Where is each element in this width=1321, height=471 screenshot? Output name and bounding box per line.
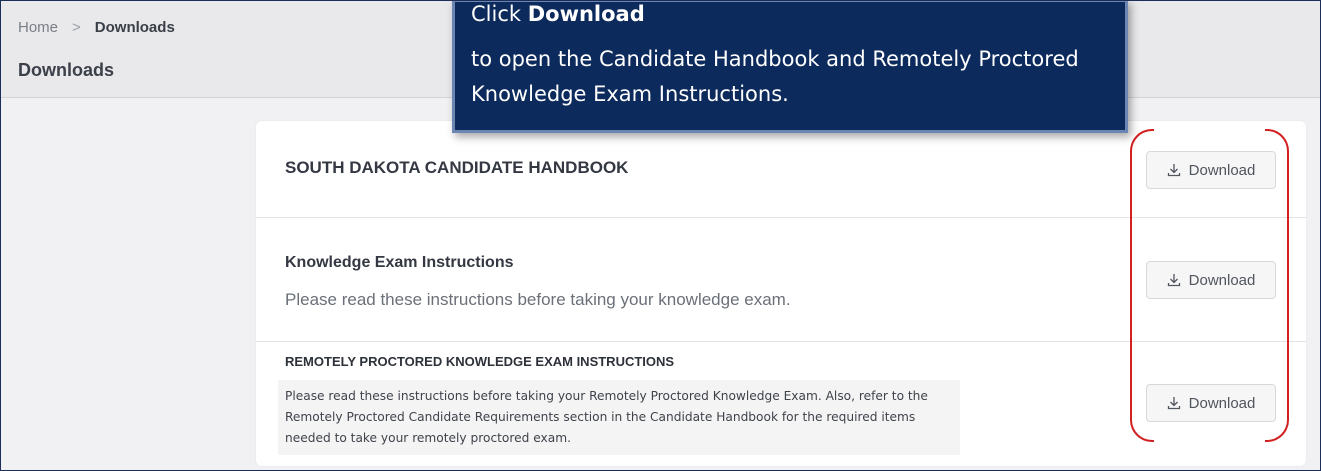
- download-icon: [1167, 164, 1180, 177]
- breadcrumb-separator: >: [72, 19, 81, 36]
- breadcrumb-home[interactable]: Home: [18, 19, 58, 36]
- callout-emphasis: Download: [527, 2, 645, 26]
- download-button-label: Download: [1188, 394, 1256, 412]
- download-button-label: Download: [1188, 271, 1256, 289]
- download-row-description: Please read these instructions before ta…: [285, 290, 791, 309]
- download-row-title: REMOTELY PROCTORED KNOWLEDGE EXAM INSTRU…: [285, 354, 675, 369]
- download-row-description: Please read these instructions before ta…: [278, 380, 960, 455]
- download-remote-exam-button[interactable]: Download: [1146, 384, 1276, 422]
- download-icon: [1167, 274, 1180, 287]
- download-icon: [1167, 397, 1180, 410]
- callout-heading: Click Download: [471, 2, 645, 26]
- app-window: Home > Downloads Downloads SOUTH DAKOTA CA…: [0, 0, 1321, 471]
- download-row-title: SOUTH DAKOTA CANDIDATE HANDBOOK: [285, 158, 629, 177]
- callout-body: to open the Candidate Handbook and Remot…: [471, 47, 1079, 106]
- callout-prefix: Click: [471, 2, 528, 26]
- download-knowledge-exam-button[interactable]: Download: [1146, 261, 1276, 299]
- download-row-title: Knowledge Exam Instructions: [285, 254, 514, 271]
- breadcrumb-current: Downloads: [94, 19, 175, 36]
- download-button-label: Download: [1188, 161, 1256, 179]
- highlight-bracket-left: [1130, 129, 1154, 442]
- highlight-bracket-right: [1265, 129, 1289, 442]
- instruction-callout: Click Download to open the Candidate Han…: [452, 1, 1128, 133]
- breadcrumb: Home > Downloads: [18, 19, 175, 36]
- page-title: Downloads: [18, 60, 115, 80]
- download-handbook-button[interactable]: Download: [1146, 151, 1276, 189]
